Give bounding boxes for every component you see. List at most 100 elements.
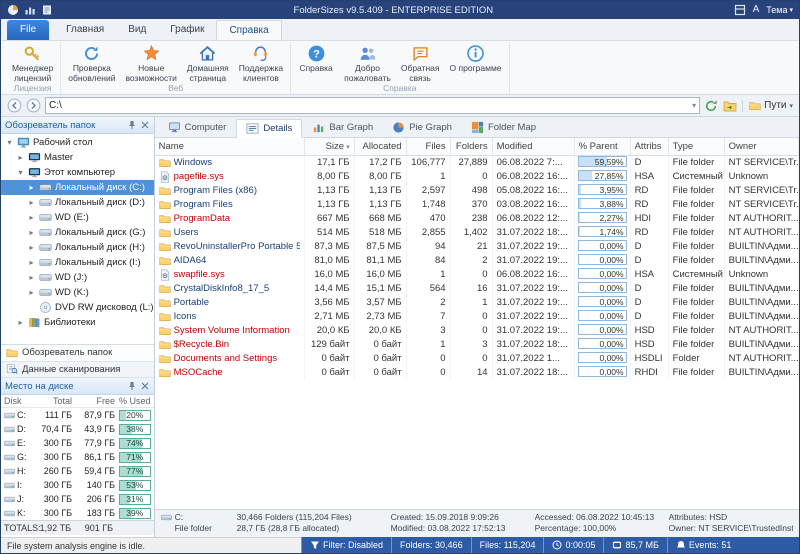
quickaccess-chart-icon[interactable] — [24, 4, 36, 16]
ribbon-button[interactable]: ? Справка — [293, 42, 339, 74]
table-row[interactable]: AIDA64 81,0 МБ 81,1 МБ 84 2 31.07.2022 19:...… — [155, 254, 799, 269]
expander-icon[interactable]: ▸ — [27, 183, 36, 192]
table-row[interactable]: CrystalDiskInfo8_17_5 14,4 МБ 15,1 МБ 564 16… — [155, 282, 799, 297]
view-tab-pie-graph[interactable]: Pie Graph — [383, 118, 461, 137]
disk-row[interactable]: G: 300 ГБ 86,1 ГБ 71% — [1, 450, 154, 464]
ribbon-tab[interactable]: График — [158, 20, 216, 40]
expander-icon[interactable]: ▸ — [27, 243, 36, 252]
view-tab-details[interactable]: Details — [236, 119, 303, 139]
expander-icon[interactable]: ▸ — [27, 273, 36, 282]
ribbon-button[interactable]: Менеджер лицензий — [7, 42, 58, 83]
view-tab-folder-map[interactable]: Folder Map — [462, 118, 545, 137]
disk-column-header[interactable]: Free — [76, 396, 118, 406]
expander-icon[interactable]: ▸ — [27, 288, 36, 297]
ribbon-button[interactable]: Проверка обновлений — [63, 42, 120, 83]
tree-item[interactable]: ▸ WD (E:) — [1, 210, 154, 225]
expander-icon[interactable]: ▸ — [27, 213, 36, 222]
tree-item[interactable]: ▸ Master — [1, 150, 154, 165]
expander-icon[interactable]: ▾ — [16, 168, 25, 177]
view-tab-bar-graph[interactable]: Bar Graph — [303, 118, 382, 137]
column-header[interactable]: Owner — [725, 138, 799, 156]
table-row[interactable]: Users 514 МБ 518 МБ 2,855 1,402 31.07.2022 18… — [155, 226, 799, 241]
expander-icon[interactable]: ▸ — [16, 153, 25, 162]
status-segment[interactable]: 0:00:05 — [543, 537, 603, 553]
table-row[interactable]: Icons 2,71 МБ 2,73 МБ 7 0 31.07.2022 19:... 0,… — [155, 310, 799, 325]
table-row[interactable]: Program Files (x86) 1,13 ГБ 1,13 ГБ 2,597 49… — [155, 184, 799, 199]
table-row[interactable]: Program Files 1,13 ГБ 1,13 ГБ 1,748 370 03.08… — [155, 198, 799, 213]
ribbon-tab[interactable]: Справка — [216, 20, 282, 40]
panel-tab[interactable]: Данные сканирования — [1, 361, 154, 378]
disk-row[interactable]: E: 300 ГБ 77,9 ГБ 74% — [1, 436, 154, 450]
table-row[interactable]: RevoUninstallerPro Portable 5.0.5 87,3 МБ… — [155, 240, 799, 255]
tree-item[interactable]: ▸ Локальный диск (G:) — [1, 225, 154, 240]
tree-item[interactable]: ▸ Локальный диск (I:) — [1, 255, 154, 270]
disk-row[interactable]: K: 300 ГБ 183 ГБ 39% — [1, 506, 154, 520]
tree-item[interactable]: ▾ Рабочий стол — [1, 135, 154, 150]
table-row[interactable]: System Volume Information 20,0 КБ 20,0 КБ 3… — [155, 324, 799, 339]
close-icon[interactable] — [140, 381, 150, 391]
disk-row[interactable]: C: 111 ГБ 87,9 ГБ 20% — [1, 408, 154, 422]
column-header[interactable]: Name — [155, 138, 305, 156]
column-header[interactable]: Allocated — [355, 138, 407, 156]
table-row[interactable]: Documents and Settings 0 байт 0 байт 0 0 31.0… — [155, 352, 799, 367]
tree-item[interactable]: ▸ Локальный диск (H:) — [1, 240, 154, 255]
ribbon-button[interactable]: Поддержка клиентов — [234, 42, 288, 83]
view-tab-computer[interactable]: Computer — [159, 118, 236, 137]
forward-icon[interactable] — [26, 98, 41, 113]
disk-row[interactable]: H: 260 ГБ 59,4 ГБ 77% — [1, 464, 154, 478]
pin-icon[interactable] — [127, 381, 137, 391]
disk-row[interactable]: D: 70,4 ГБ 43,9 ГБ 38% — [1, 422, 154, 436]
table-row[interactable]: MSOCache 0 байт 0 байт 0 14 31.07.2022 18:...… — [155, 366, 799, 381]
back-icon[interactable] — [7, 98, 22, 113]
ribbon-button[interactable]: О программе — [445, 42, 507, 74]
path-chevron-down-icon[interactable]: ▾ — [692, 101, 696, 110]
expander-icon[interactable]: ▸ — [16, 318, 25, 327]
paths-dropdown[interactable]: Пути — [742, 99, 793, 112]
column-header[interactable]: Modified — [493, 138, 575, 156]
tree-item[interactable]: ▸ WD (K:) — [1, 285, 154, 300]
close-icon[interactable] — [140, 120, 150, 130]
ribbon-button[interactable]: Обратная связь — [396, 42, 445, 83]
status-segment[interactable]: Filter: Disabled — [301, 537, 391, 553]
disk-column-header[interactable]: Total — [35, 396, 75, 406]
table-row[interactable]: ProgramData 667 МБ 668 МБ 470 238 06.08.2022 … — [155, 212, 799, 227]
status-segment[interactable]: 85,7 МБ — [603, 537, 666, 553]
ribbon-tab[interactable]: Вид — [116, 20, 158, 40]
column-header[interactable]: Size ▾ — [305, 138, 355, 156]
ribbon-button[interactable]: Новые возможности — [120, 42, 181, 83]
column-header[interactable]: Files — [407, 138, 451, 156]
column-header[interactable]: % Parent — [575, 138, 631, 156]
status-segment[interactable]: Events: 51 — [666, 537, 740, 553]
table-row[interactable]: Windows 17,1 ГБ 17,2 ГБ 106,777 27,889 06.08.… — [155, 156, 799, 171]
app-icon[interactable] — [7, 4, 19, 16]
folder-sync-icon[interactable] — [723, 99, 737, 113]
theme-dropdown[interactable]: Тема — [766, 5, 793, 15]
panel-tab[interactable]: Обозреватель папок — [1, 345, 154, 362]
ribbon-tab[interactable]: Главная — [54, 20, 116, 40]
expander-icon[interactable]: ▸ — [27, 258, 36, 267]
tree-item[interactable]: ▸ Локальный диск (D:) — [1, 195, 154, 210]
path-input[interactable] — [49, 100, 693, 112]
table-row[interactable]: Portable 3,56 МБ 3,57 МБ 2 1 31.07.2022 19:..… — [155, 296, 799, 311]
expander-icon[interactable]: ▾ — [5, 138, 14, 147]
status-segment[interactable]: Folders: 30,466 — [391, 537, 471, 553]
tree-item[interactable]: DVD RW дисковод (L:) — [1, 300, 154, 315]
tree-item[interactable]: ▸ Локальный диск (C:) — [1, 180, 154, 196]
column-header[interactable]: Folders — [451, 138, 493, 156]
disk-row[interactable]: J: 300 ГБ 206 ГБ 31% — [1, 492, 154, 506]
file-tab[interactable]: File — [7, 20, 50, 40]
tree-item[interactable]: ▾ Этот компьютер — [1, 165, 154, 180]
disk-row[interactable]: I: 300 ГБ 140 ГБ 53% — [1, 478, 154, 492]
disk-column-header[interactable]: Disk — [4, 396, 34, 406]
table-row[interactable]: swapfile.sys 16,0 МБ 16,0 МБ 1 0 06.08.2022 1… — [155, 268, 799, 283]
quickaccess-report-icon[interactable] — [41, 4, 53, 16]
font-icon[interactable]: A — [753, 4, 760, 16]
tree-item[interactable]: ▸ Библиотеки — [1, 315, 154, 329]
column-header[interactable]: Type — [669, 138, 725, 156]
refresh-icon[interactable] — [704, 99, 718, 113]
ribbon-button[interactable]: Добро пожаловать — [339, 42, 396, 83]
table-row[interactable]: pagefile.sys 8,00 ГБ 8,00 ГБ 1 0 06.08.2022 1… — [155, 170, 799, 185]
expander-icon[interactable]: ▸ — [27, 228, 36, 237]
layout-icon[interactable] — [734, 4, 746, 16]
disk-column-header[interactable]: % Used — [119, 396, 151, 406]
